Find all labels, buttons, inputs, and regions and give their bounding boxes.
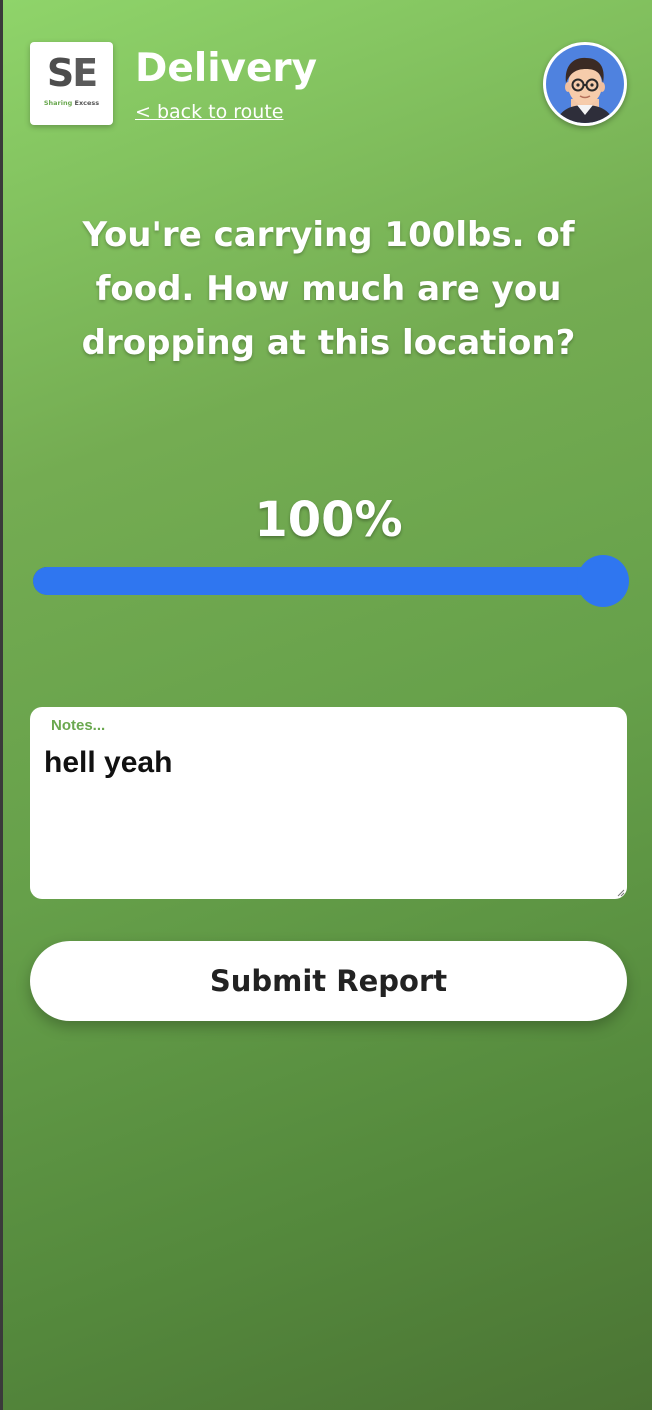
page-title: Delivery xyxy=(135,46,318,91)
sharing-excess-logo: SE Sharing Excess xyxy=(30,42,113,125)
logo-tagline: Sharing Excess xyxy=(43,99,100,107)
slider-track[interactable] xyxy=(33,567,603,595)
logo-letters: SE xyxy=(46,51,98,95)
user-avatar[interactable] xyxy=(543,42,627,126)
submit-report-button[interactable]: Submit Report xyxy=(30,941,627,1021)
resize-grip-icon[interactable] xyxy=(617,889,625,897)
slider-fill xyxy=(33,567,603,595)
question-line: dropping at this location? xyxy=(81,323,576,363)
notes-field[interactable]: Notes... hell yeah xyxy=(30,707,627,899)
avatar-face-icon xyxy=(546,45,624,123)
notes-label: Notes... xyxy=(51,717,106,734)
drop-percentage-readout: 100% xyxy=(254,492,403,548)
slider-thumb[interactable] xyxy=(577,555,629,607)
question-line: food. How much are you xyxy=(95,269,562,309)
drop-amount-question: You're carrying 100lbs. of food. How muc… xyxy=(30,208,627,370)
back-to-route-link[interactable]: < back to route xyxy=(135,100,283,124)
drop-amount-slider[interactable] xyxy=(33,555,629,607)
delivery-page: SE Sharing Excess Delivery < back to rou… xyxy=(0,0,652,1410)
question-line: You're carrying 100lbs. of xyxy=(82,215,575,255)
notes-input[interactable]: hell yeah xyxy=(44,745,614,885)
